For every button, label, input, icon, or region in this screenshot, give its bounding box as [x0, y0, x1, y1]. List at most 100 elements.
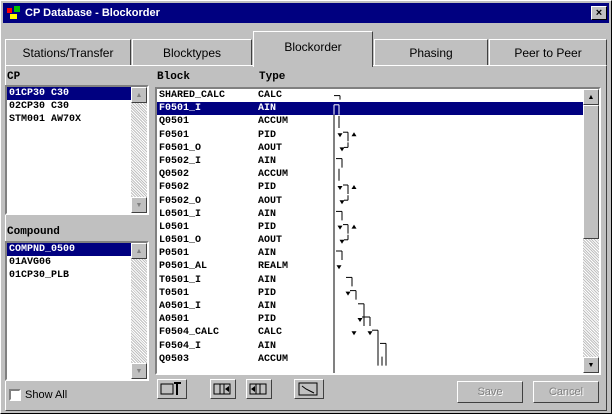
arrow-down-icon: [357, 318, 363, 322]
checkbox-box[interactable]: [9, 389, 21, 401]
block-name-cell: L0501_I: [159, 208, 202, 220]
compound-list-item[interactable]: 01CP30_PLB: [7, 269, 131, 282]
block-name-cell: Q0502: [159, 169, 190, 181]
cp-listbox[interactable]: 01CP30 C30 02CP30 C30 STM001 AW70X ▲ ▼: [5, 85, 149, 215]
block-type-cell: AIN: [258, 248, 277, 260]
block-name-cell: F0504_I: [159, 340, 202, 352]
block-name-cell: F0502_O: [159, 195, 202, 207]
block-name-cell: F0502: [159, 182, 190, 194]
scroll-up-icon[interactable]: ▲: [583, 89, 599, 105]
block-name-cell: P0501_AL: [159, 261, 208, 273]
block-type-cell: CALC: [258, 90, 283, 101]
block-type-cell: CALC: [258, 327, 283, 339]
block-name-cell: A0501_I: [159, 301, 202, 312]
block-type-cell: PID: [258, 287, 277, 299]
arrow-down-icon: [339, 200, 345, 205]
compound-list-item[interactable]: 01AVG06: [7, 256, 131, 269]
block-name-cell: L0501: [159, 221, 190, 233]
block-type-cell: AIN: [258, 274, 277, 286]
compound-list-item[interactable]: COMPND_0500: [7, 243, 131, 256]
block-name-cell: F0501_I: [159, 103, 202, 115]
tab-blockorder[interactable]: Blockorder: [253, 31, 373, 67]
tab-stations-transfer[interactable]: Stations/Transfer: [5, 39, 131, 65]
tab-phasing[interactable]: Phasing: [374, 39, 488, 65]
show-all-checkbox[interactable]: Show All: [9, 389, 67, 401]
block-column-header[interactable]: Block: [157, 71, 190, 83]
block-order-list[interactable]: SHARED_CALC CALC F0501_I AIN Q0501 ACCUM F0501…: [155, 87, 601, 375]
block-type-cell: AIN: [258, 155, 277, 167]
arrow-down-icon: [345, 291, 351, 296]
type-column-header[interactable]: Type: [259, 71, 285, 83]
arrow-down-icon: [339, 239, 345, 244]
window-title: CP Database - Blockorder: [25, 7, 160, 19]
scroll-down-icon[interactable]: ▼: [131, 197, 147, 213]
block-type-cell: PID: [258, 182, 277, 194]
tab-strip: Stations/Transfer Blocktypes Blockorder …: [5, 31, 607, 67]
cp-list-item[interactable]: STM001 AW70X: [7, 113, 131, 126]
block-name-cell: L0501_O: [159, 235, 202, 247]
block-name-cell: T0501: [159, 287, 190, 299]
cp-scrollbar[interactable]: ▲ ▼: [131, 87, 147, 213]
block-type-cell: PID: [258, 314, 277, 326]
block-type-cell: REALM: [258, 261, 289, 273]
compound-label: Compound: [7, 226, 60, 238]
block-type-cell: PID: [258, 221, 277, 233]
block-type-cell: AIN: [258, 208, 277, 220]
block-name-cell: Q0503: [159, 353, 190, 365]
cancel-button[interactable]: Cancel: [533, 381, 599, 403]
block-type-cell: AIN: [258, 103, 277, 115]
tab-peer-to-peer[interactable]: Peer to Peer: [489, 39, 607, 65]
block-name-cell: F0501: [159, 129, 190, 141]
block-name-cell: F0502_I: [159, 155, 202, 167]
cp-label: CP: [7, 71, 21, 83]
save-button[interactable]: Save: [457, 381, 523, 403]
arrow-up-icon: [351, 224, 357, 229]
compound-scrollbar[interactable]: ▲ ▼: [131, 243, 147, 379]
arrow-up-icon: [351, 185, 357, 189]
arrow-down-icon: [367, 331, 373, 336]
arrow-down-icon: [351, 331, 357, 336]
arrow-down-icon: [339, 147, 345, 152]
scroll-thumb[interactable]: [583, 105, 599, 239]
move-up-button[interactable]: [210, 379, 236, 399]
block-type-cell: ACCUM: [258, 116, 289, 128]
show-all-label: Show All: [25, 389, 68, 401]
sequence-diagram: [333, 95, 387, 373]
arrow-up-icon: [351, 132, 357, 137]
block-name-cell: Q0501: [159, 116, 190, 128]
title-bar[interactable]: CP Database - Blockorder ×: [3, 3, 609, 23]
arrow-down-icon: [337, 225, 343, 230]
sort-button[interactable]: [294, 379, 324, 399]
sort-icon: [298, 382, 318, 396]
scroll-down-icon[interactable]: ▼: [131, 363, 147, 379]
move-down-icon: [249, 383, 267, 395]
cp-list-item[interactable]: 02CP30 C30: [7, 100, 131, 113]
app-icon: [6, 5, 22, 21]
arrow-down-icon: [336, 265, 342, 270]
block-type-cell: ACCUM: [258, 169, 289, 181]
block-type-cell: AIN: [258, 301, 277, 312]
block-type-cell: AOUT: [258, 195, 283, 207]
block-name-cell: F0504_CALC: [159, 327, 220, 339]
block-name-cell: P0501: [159, 248, 190, 260]
block-type-cell: AIN: [258, 340, 277, 352]
block-name-cell: A0501: [159, 314, 190, 326]
block-name-cell: T0501_I: [159, 274, 202, 286]
block-type-cell: AOUT: [258, 142, 283, 154]
block-type-cell: PID: [258, 129, 277, 141]
scroll-up-icon[interactable]: ▲: [131, 243, 147, 259]
block-list-scrollbar[interactable]: ▲ ▼: [583, 89, 599, 373]
move-to-top-icon: [160, 382, 181, 395]
scroll-down-icon[interactable]: ▼: [583, 357, 599, 373]
scroll-up-icon[interactable]: ▲: [131, 87, 147, 103]
move-to-top-button[interactable]: [157, 379, 187, 399]
move-down-button[interactable]: [246, 379, 272, 399]
close-button[interactable]: ×: [591, 6, 607, 20]
block-name-cell: SHARED_CALC: [159, 90, 226, 101]
arrow-down-icon: [337, 186, 343, 190]
tab-blocktypes[interactable]: Blocktypes: [132, 39, 252, 65]
arrow-down-icon: [337, 133, 343, 138]
block-type-cell: AOUT: [258, 235, 283, 247]
compound-listbox[interactable]: COMPND_0500 01AVG06 01CP30_PLB ▲ ▼: [5, 241, 149, 381]
cp-list-item[interactable]: 01CP30 C30: [7, 87, 131, 100]
